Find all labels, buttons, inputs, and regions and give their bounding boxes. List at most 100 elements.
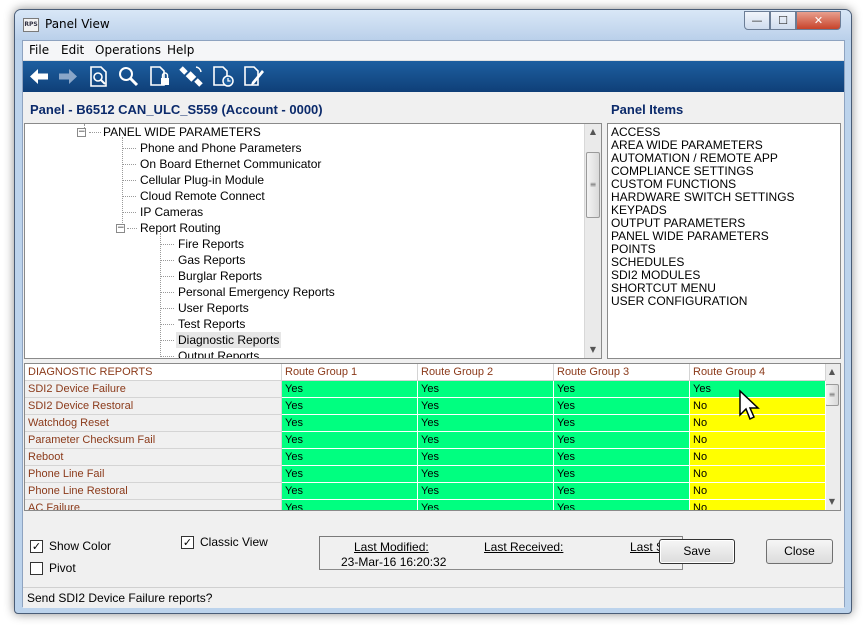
- close-button[interactable]: Close: [766, 539, 833, 564]
- tree-node[interactable]: Output Reports: [176, 348, 261, 358]
- grid-cell[interactable]: Yes: [554, 415, 690, 432]
- grid-cell[interactable]: Yes: [418, 398, 554, 415]
- panel-items-list[interactable]: ACCESS AREA WIDE PARAMETERS AUTOMATION /…: [607, 123, 841, 359]
- grid-row-label[interactable]: SDI2 Device Restoral: [25, 398, 282, 415]
- last-modified-value: 23-Mar-16 16:20:32: [341, 555, 447, 569]
- grid-cell[interactable]: Yes: [554, 381, 690, 398]
- document-lock-icon[interactable]: [147, 64, 173, 89]
- tree-node[interactable]: Fire Reports: [176, 236, 246, 252]
- grid-cell[interactable]: Yes: [554, 449, 690, 466]
- tree-node[interactable]: Personal Emergency Reports: [176, 284, 337, 300]
- close-window-button[interactable]: ✕: [796, 11, 841, 30]
- save-button[interactable]: Save: [659, 539, 735, 564]
- grid-cell[interactable]: Yes: [418, 483, 554, 500]
- tree-connector: [160, 356, 174, 357]
- grid-cell[interactable]: No: [690, 449, 826, 466]
- grid-cell[interactable]: Yes: [282, 415, 418, 432]
- grid-cell[interactable]: Yes: [418, 500, 554, 510]
- parameter-tree[interactable]: − − PANEL WIDE PARAMETERS Phone and Phon…: [24, 123, 602, 359]
- grid-cell[interactable]: Yes: [282, 466, 418, 483]
- grid-row-label[interactable]: SDI2 Device Failure: [25, 381, 282, 398]
- diagnostic-reports-grid[interactable]: ▲ ≡ ▼ DIAGNOSTIC REPORTS Route Group 1 Rou…: [24, 363, 841, 511]
- list-item[interactable]: USER CONFIGURATION: [611, 295, 747, 308]
- grid-row-label[interactable]: Parameter Checksum Fail: [25, 432, 282, 449]
- grid-cell[interactable]: Yes: [554, 466, 690, 483]
- grid-cell[interactable]: Yes: [282, 500, 418, 510]
- tree-node[interactable]: User Reports: [176, 300, 251, 316]
- document-search-icon[interactable]: [86, 64, 112, 89]
- title-bar[interactable]: RPS Panel View — ☐ ✕: [15, 10, 851, 40]
- grid-row-label[interactable]: AC Failure: [25, 500, 282, 510]
- grid-cell[interactable]: Yes: [554, 398, 690, 415]
- tree-connector: [160, 292, 174, 293]
- pivot-checkbox[interactable]: [30, 562, 43, 575]
- pivot-label[interactable]: Pivot: [49, 561, 76, 575]
- grid-cell[interactable]: Yes: [282, 483, 418, 500]
- scroll-up-arrow-icon[interactable]: ▲: [824, 364, 840, 380]
- minimize-button[interactable]: —: [744, 11, 770, 30]
- grid-cell[interactable]: No: [690, 466, 826, 483]
- grid-cell[interactable]: Yes: [418, 432, 554, 449]
- tree-connector: [122, 212, 136, 213]
- tree-connector: [122, 148, 136, 149]
- last-modified-label: Last Modified:: [354, 540, 429, 554]
- show-color-checkbox[interactable]: ✓: [30, 540, 43, 553]
- tree-node[interactable]: On Board Ethernet Communicator: [138, 156, 323, 172]
- client-area: File Edit Operations Help Panel - B6512 …: [22, 40, 845, 608]
- forward-arrow-icon[interactable]: [55, 64, 81, 89]
- grid-cell[interactable]: Yes: [418, 466, 554, 483]
- scroll-thumb[interactable]: ≡: [825, 384, 839, 406]
- grid-cell[interactable]: Yes: [554, 483, 690, 500]
- tree-node[interactable]: Cellular Plug-in Module: [138, 172, 266, 188]
- tree-connector: [89, 132, 101, 133]
- collapse-expander[interactable]: −: [77, 128, 86, 137]
- collapse-expander[interactable]: −: [116, 224, 125, 233]
- magnifier-icon[interactable]: [115, 64, 141, 89]
- grid-header-route-group: Route Group 4: [690, 364, 826, 381]
- tree-node-report-routing[interactable]: Report Routing: [138, 220, 223, 236]
- grid-row-label[interactable]: Reboot: [25, 449, 282, 466]
- scroll-down-arrow-icon[interactable]: ▼: [585, 342, 601, 358]
- scroll-thumb[interactable]: ≡: [586, 152, 600, 218]
- grid-cell[interactable]: Yes: [554, 432, 690, 449]
- document-edit-icon[interactable]: [241, 64, 267, 89]
- maximize-button[interactable]: ☐: [770, 11, 796, 30]
- grid-row-label[interactable]: Watchdog Reset: [25, 415, 282, 432]
- scroll-down-arrow-icon[interactable]: ▼: [824, 494, 840, 510]
- menu-help[interactable]: Help: [167, 43, 194, 57]
- grid-cell[interactable]: No: [690, 432, 826, 449]
- tree-connector: [122, 164, 136, 165]
- scroll-up-arrow-icon[interactable]: ▲: [585, 124, 601, 140]
- grid-row-label[interactable]: Phone Line Fail: [25, 466, 282, 483]
- menu-operations[interactable]: Operations: [95, 43, 161, 57]
- modification-info-box: Last Modified: Last Received: Last S 23-…: [319, 536, 683, 570]
- tree-scrollbar[interactable]: ▲ ≡ ▼: [584, 124, 601, 358]
- grid-cell[interactable]: Yes: [282, 432, 418, 449]
- tree-node[interactable]: Gas Reports: [176, 252, 247, 268]
- grid-cell[interactable]: No: [690, 500, 826, 510]
- grid-cell[interactable]: Yes: [554, 500, 690, 510]
- document-clock-icon[interactable]: [210, 64, 236, 89]
- tree-node[interactable]: Test Reports: [176, 316, 247, 332]
- grid-row-label[interactable]: Phone Line Restoral: [25, 483, 282, 500]
- tree-node[interactable]: IP Cameras: [138, 204, 205, 220]
- classic-view-checkbox[interactable]: ✓: [181, 536, 194, 549]
- grid-cell[interactable]: Yes: [418, 381, 554, 398]
- classic-view-label[interactable]: Classic View: [200, 535, 268, 549]
- back-arrow-icon[interactable]: [26, 64, 52, 89]
- tree-node[interactable]: Cloud Remote Connect: [138, 188, 267, 204]
- grid-cell[interactable]: Yes: [418, 449, 554, 466]
- tree-node-selected[interactable]: Diagnostic Reports: [176, 332, 282, 348]
- menu-file[interactable]: File: [29, 43, 49, 57]
- grid-cell[interactable]: Yes: [418, 415, 554, 432]
- grid-cell[interactable]: Yes: [282, 398, 418, 415]
- grid-cell[interactable]: Yes: [282, 381, 418, 398]
- show-color-label[interactable]: Show Color: [49, 539, 111, 553]
- grid-cell[interactable]: No: [690, 483, 826, 500]
- tree-node-panel-wide-parameters[interactable]: PANEL WIDE PARAMETERS: [101, 124, 263, 140]
- tree-node[interactable]: Phone and Phone Parameters: [138, 140, 303, 156]
- satellite-connect-icon[interactable]: [178, 64, 204, 89]
- menu-edit[interactable]: Edit: [61, 43, 84, 57]
- tree-node[interactable]: Burglar Reports: [176, 268, 264, 284]
- grid-cell[interactable]: Yes: [282, 449, 418, 466]
